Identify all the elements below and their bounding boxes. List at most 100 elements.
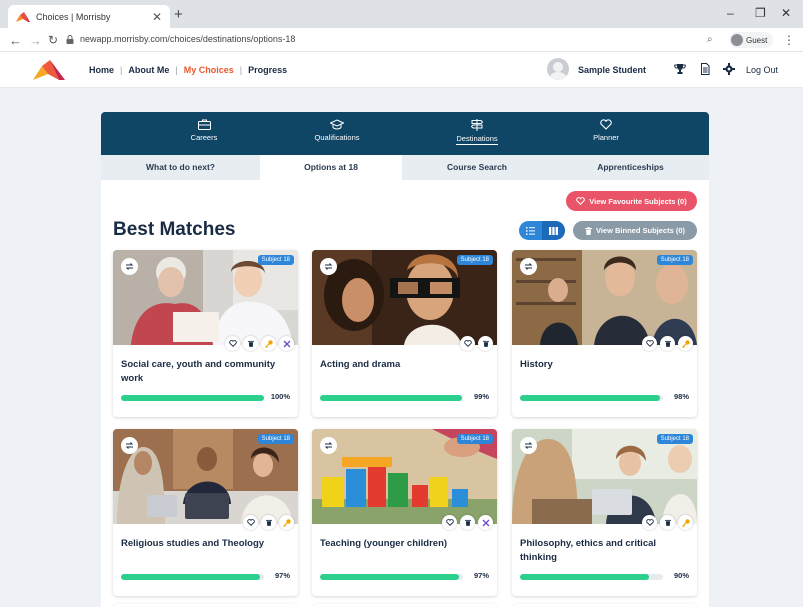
subject-card[interactable]: Subject 18 Teaching (younger children) 9…	[312, 429, 497, 596]
match-bar-fill	[520, 395, 661, 401]
subject-card[interactable]: Subject 18 Social care, youth and commun…	[113, 250, 298, 417]
match-percentage: 99%	[473, 392, 489, 401]
section-title: Best Matches	[113, 219, 236, 240]
card-title[interactable]: Philosophy, ethics and critical thinking	[520, 537, 692, 565]
card-title[interactable]: Religious studies and Theology	[121, 537, 293, 551]
app-header: Home | About Me | My Choices | Progress …	[0, 52, 803, 88]
minimize-icon[interactable]: –	[727, 6, 734, 20]
bin-icon[interactable]	[261, 515, 276, 530]
section-nav: Careers Qualifications Destinations Plan…	[101, 112, 709, 155]
bin-icon[interactable]	[660, 515, 675, 530]
grid-view-button[interactable]	[542, 221, 565, 240]
card-title[interactable]: Social care, youth and community work	[121, 358, 293, 386]
swap-icon[interactable]	[520, 437, 537, 454]
browser-tab-bar: Choices | Morrisby ✕ + – ❐ ✕	[0, 0, 803, 28]
morrisby-logo[interactable]	[33, 60, 65, 80]
swap-icon[interactable]	[121, 258, 138, 275]
browser-tab-title: Choices | Morrisby	[36, 11, 111, 22]
url-text[interactable]: newapp.morrisby.com/choices/destinations…	[80, 34, 295, 44]
card-photo: Subject 18	[312, 250, 497, 345]
profile-button[interactable]: Guest	[729, 32, 774, 48]
view-favourites-button[interactable]: View Favourite Subjects (0)	[566, 191, 697, 211]
card-actions	[442, 515, 493, 530]
subject-badge: Subject 18	[656, 434, 693, 444]
graduation-cap-icon	[330, 119, 344, 130]
main-nav: Home | About Me | My Choices | Progress	[89, 65, 287, 75]
user-avatar[interactable]	[547, 58, 569, 80]
logout-link[interactable]: Log Out	[746, 65, 778, 75]
subject-card[interactable]: Subject 18 Religious studies and Theolog…	[113, 429, 298, 596]
swap-icon[interactable]	[121, 437, 138, 454]
tab-label: Destinations	[456, 134, 498, 145]
bin-icon[interactable]	[460, 515, 475, 530]
nav-home[interactable]: Home	[89, 65, 114, 75]
options-panel: Careers Qualifications Destinations Plan…	[101, 112, 709, 607]
favourite-heart-icon[interactable]	[225, 336, 240, 351]
subject-badge: Subject 18	[456, 434, 493, 444]
key-icon[interactable]	[279, 515, 294, 530]
lock-icon	[66, 35, 74, 44]
bin-icon	[584, 226, 592, 235]
tab-planner[interactable]: Planner	[530, 112, 682, 155]
subtab-options-at-18[interactable]: Options at 18	[260, 155, 402, 180]
forward-arrow-icon[interactable]: →	[29, 33, 42, 48]
key-icon[interactable]	[678, 336, 693, 351]
subtab-course-search[interactable]: Course Search	[402, 155, 552, 180]
subject-badge: Subject 18	[456, 255, 493, 265]
trophy-icon[interactable]	[674, 63, 686, 75]
favourite-heart-icon[interactable]	[243, 515, 258, 530]
profile-avatar-icon	[731, 34, 743, 46]
match-bar-fill	[320, 395, 462, 401]
swap-icon[interactable]	[520, 258, 537, 275]
match-bar	[320, 395, 463, 401]
browser-tab[interactable]: Choices | Morrisby ✕	[8, 5, 170, 28]
zoom-icon[interactable]: ⌕	[707, 34, 713, 45]
nav-separator: |	[175, 65, 178, 75]
card-actions	[243, 515, 294, 530]
back-arrow-icon[interactable]: ←	[9, 33, 22, 48]
new-tab-icon[interactable]: +	[174, 6, 183, 23]
card-title[interactable]: Acting and drama	[320, 358, 492, 372]
swap-icon[interactable]	[320, 437, 337, 454]
view-favourites-label: View Favourite Subjects (0)	[589, 196, 687, 206]
subject-card[interactable]: Subject 18 History 98%	[512, 250, 697, 417]
card-photo: Subject 18	[512, 429, 697, 524]
card-title[interactable]: Teaching (younger children)	[320, 537, 492, 551]
tools-icon[interactable]	[478, 515, 493, 530]
window-close-icon[interactable]: ✕	[781, 6, 791, 20]
bin-icon[interactable]	[660, 336, 675, 351]
list-view-button[interactable]	[519, 221, 542, 240]
view-toggle	[519, 221, 565, 240]
view-binned-button[interactable]: View Binned Subjects (0)	[573, 221, 697, 240]
key-icon[interactable]	[261, 336, 276, 351]
browser-menu-icon[interactable]: ⋮	[783, 33, 795, 47]
key-icon[interactable]	[678, 515, 693, 530]
tools-icon[interactable]	[279, 336, 294, 351]
nav-about-me[interactable]: About Me	[128, 65, 169, 75]
bin-icon[interactable]	[243, 336, 258, 351]
card-photo: Subject 18	[512, 250, 697, 345]
restore-icon[interactable]: ❐	[755, 6, 766, 20]
subtab-what-to-do-next[interactable]: What to do next?	[101, 155, 260, 180]
favourite-heart-icon[interactable]	[642, 515, 657, 530]
card-title[interactable]: History	[520, 358, 692, 372]
reload-icon[interactable]: ↻	[48, 33, 58, 47]
tab-careers[interactable]: Careers	[128, 112, 280, 155]
document-icon[interactable]	[699, 63, 711, 75]
match-bar-fill	[320, 574, 459, 580]
tab-qualifications[interactable]: Qualifications	[261, 112, 413, 155]
favourite-heart-icon[interactable]	[460, 336, 475, 351]
tab-close-icon[interactable]: ✕	[152, 10, 162, 24]
bin-icon[interactable]	[478, 336, 493, 351]
nav-progress[interactable]: Progress	[248, 65, 287, 75]
nav-separator: |	[239, 65, 243, 75]
subtab-apprenticeships[interactable]: Apprenticeships	[552, 155, 709, 180]
gear-icon[interactable]	[723, 63, 735, 75]
subject-card[interactable]: Subject 18 Philosophy, ethics and critic…	[512, 429, 697, 596]
subject-card[interactable]: Subject 18 Acting and drama 99%	[312, 250, 497, 417]
nav-my-choices[interactable]: My Choices	[184, 65, 234, 75]
swap-icon[interactable]	[320, 258, 337, 275]
favourite-heart-icon[interactable]	[442, 515, 457, 530]
user-name[interactable]: Sample Student	[578, 65, 646, 75]
favourite-heart-icon[interactable]	[642, 336, 657, 351]
